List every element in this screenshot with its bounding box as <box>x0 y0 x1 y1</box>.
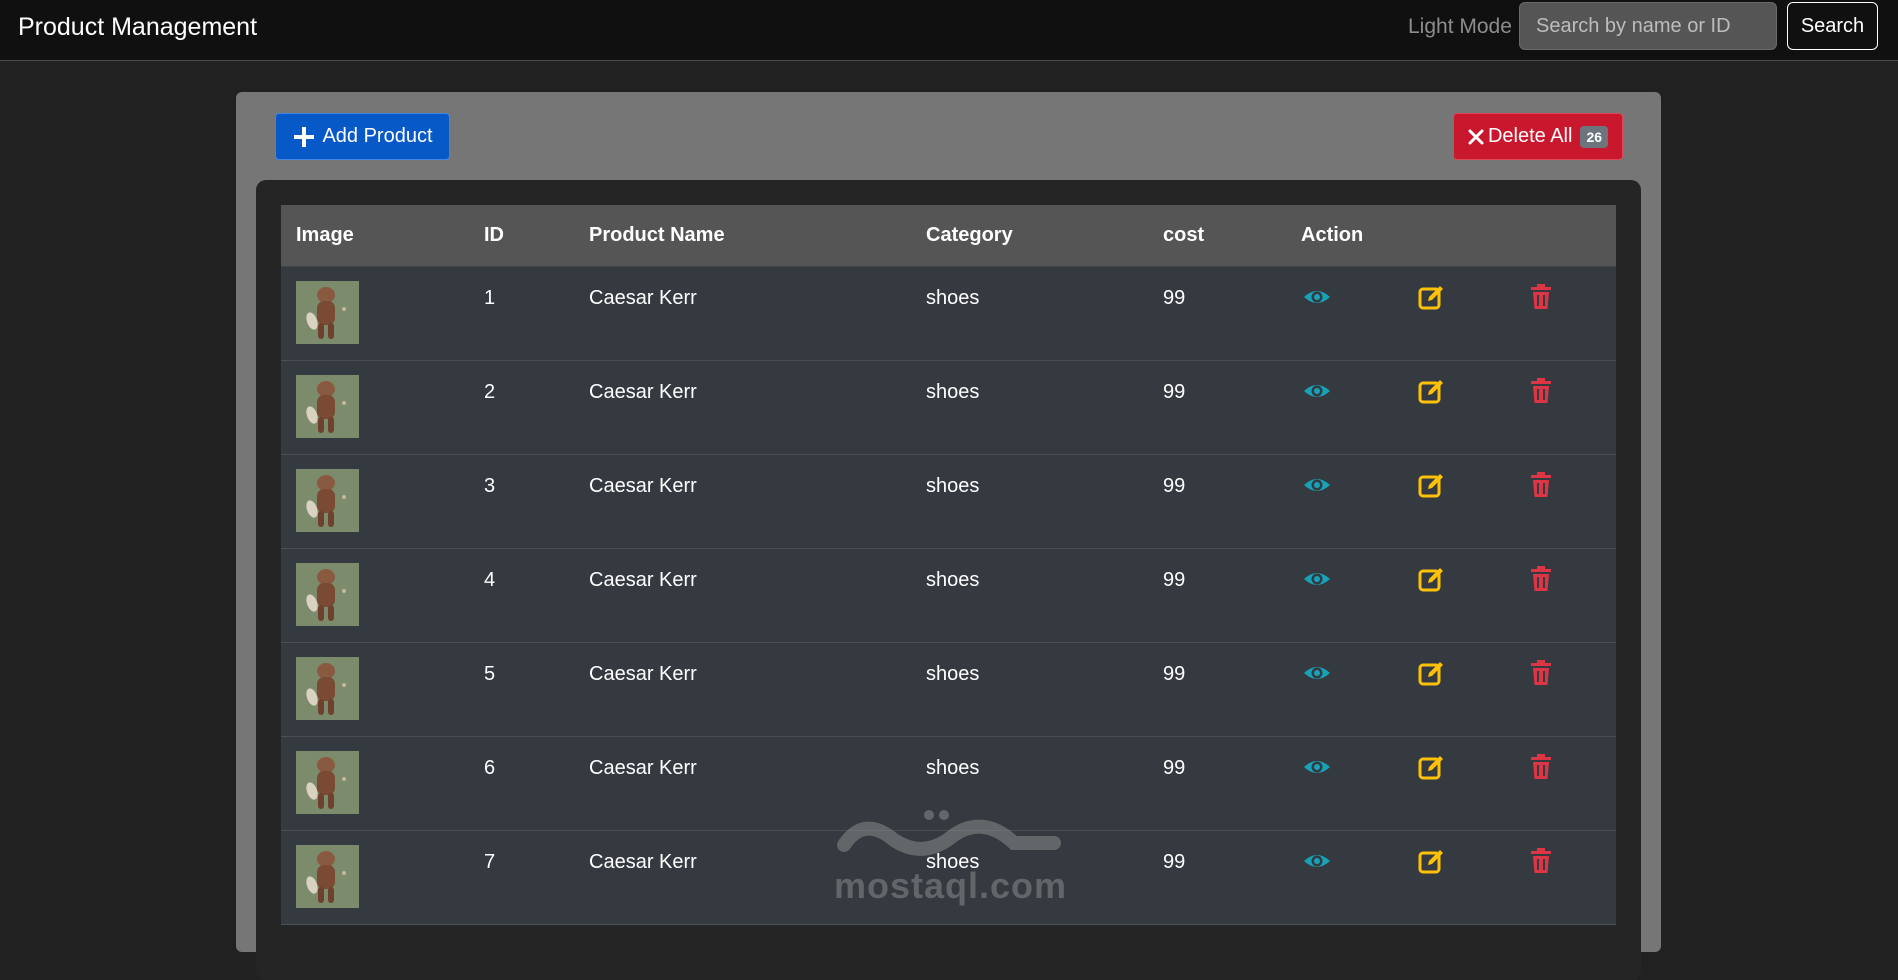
product-cost: 99 <box>1163 851 1186 873</box>
trash-icon[interactable] <box>1527 847 1555 875</box>
eye-icon[interactable] <box>1303 377 1331 405</box>
product-thumbnail <box>296 751 359 814</box>
product-name: Caesar Kerr <box>589 287 697 309</box>
edit-icon[interactable] <box>1418 471 1446 499</box>
navbar: Product Management Light Mode Search <box>0 0 1898 61</box>
products-table: Image ID Product Name Category cost Acti… <box>281 205 1616 925</box>
header-cost: cost <box>1163 224 1205 246</box>
product-id: 7 <box>484 851 496 873</box>
table-row: 6 Caesar Kerr shoes 99 <box>281 737 1616 831</box>
product-category: shoes <box>926 381 980 403</box>
table-row: 7 Caesar Kerr shoes 99 <box>281 831 1616 925</box>
edit-icon[interactable] <box>1418 847 1446 875</box>
edit-icon[interactable] <box>1418 659 1446 687</box>
header-product-name: Product Name <box>589 224 725 246</box>
eye-icon[interactable] <box>1303 847 1331 875</box>
product-cost: 99 <box>1163 475 1186 497</box>
product-id: 4 <box>484 569 496 591</box>
edit-icon[interactable] <box>1418 753 1446 781</box>
product-thumbnail <box>296 563 359 626</box>
edit-icon[interactable] <box>1418 283 1446 311</box>
eye-icon[interactable] <box>1303 471 1331 499</box>
product-id: 6 <box>484 757 496 779</box>
trash-icon[interactable] <box>1527 377 1555 405</box>
product-name: Caesar Kerr <box>589 475 697 497</box>
table-row: 2 Caesar Kerr shoes 99 <box>281 361 1616 455</box>
table-container: Image ID Product Name Category cost Acti… <box>256 180 1641 980</box>
product-id: 1 <box>484 287 496 309</box>
plus-icon <box>294 126 315 147</box>
header-action: Action <box>1301 224 1364 246</box>
product-thumbnail <box>296 657 359 720</box>
product-cost: 99 <box>1163 757 1186 779</box>
product-id: 5 <box>484 663 496 685</box>
header-id: ID <box>484 224 504 246</box>
eye-icon[interactable] <box>1303 565 1331 593</box>
product-category: shoes <box>926 757 980 779</box>
trash-icon[interactable] <box>1527 659 1555 687</box>
eye-icon[interactable] <box>1303 283 1331 311</box>
product-thumbnail <box>296 375 359 438</box>
product-cost: 99 <box>1163 569 1186 591</box>
header-image: Image <box>296 224 354 246</box>
app-title: Product Management <box>18 13 258 41</box>
product-category: shoes <box>926 851 980 873</box>
product-category: shoes <box>926 287 980 309</box>
search-input[interactable] <box>1519 2 1777 50</box>
trash-icon[interactable] <box>1527 471 1555 499</box>
add-product-label: Add Product <box>322 125 433 147</box>
trash-icon[interactable] <box>1527 565 1555 593</box>
product-name: Caesar Kerr <box>589 851 697 873</box>
table-header: Image ID Product Name Category cost Acti… <box>281 205 1616 267</box>
product-name: Caesar Kerr <box>589 663 697 685</box>
product-count-badge: 26 <box>1580 125 1609 148</box>
header-category: Category <box>926 224 1013 246</box>
product-id: 3 <box>484 475 496 497</box>
product-thumbnail <box>296 845 359 908</box>
add-product-button[interactable]: Add Product <box>275 113 450 160</box>
edit-icon[interactable] <box>1418 377 1446 405</box>
table-body: 1 Caesar Kerr shoes 99 2 Caesar Kerr sho… <box>281 267 1616 925</box>
product-thumbnail <box>296 469 359 532</box>
product-cost: 99 <box>1163 381 1186 403</box>
edit-icon[interactable] <box>1418 565 1446 593</box>
table-row: 3 Caesar Kerr shoes 99 <box>281 455 1616 549</box>
eye-icon[interactable] <box>1303 659 1331 687</box>
table-row: 5 Caesar Kerr shoes 99 <box>281 643 1616 737</box>
product-category: shoes <box>926 475 980 497</box>
product-name: Caesar Kerr <box>589 569 697 591</box>
product-name: Caesar Kerr <box>589 757 697 779</box>
product-cost: 99 <box>1163 287 1186 309</box>
product-name: Caesar Kerr <box>589 381 697 403</box>
eye-icon[interactable] <box>1303 753 1331 781</box>
x-icon <box>1468 129 1484 144</box>
table-row: 4 Caesar Kerr shoes 99 <box>281 549 1616 643</box>
main-panel: Add Product Delete All 26 Image ID Produ… <box>236 92 1661 980</box>
product-category: shoes <box>926 569 980 591</box>
table-row: 1 Caesar Kerr shoes 99 <box>281 267 1616 361</box>
product-id: 2 <box>484 381 496 403</box>
search-button[interactable]: Search <box>1787 2 1878 50</box>
light-mode-toggle[interactable]: Light Mode <box>1408 15 1512 39</box>
delete-all-label: Delete All <box>1487 125 1573 147</box>
delete-all-button[interactable]: Delete All 26 <box>1453 113 1623 160</box>
product-cost: 99 <box>1163 663 1186 685</box>
product-category: shoes <box>926 663 980 685</box>
product-thumbnail <box>296 281 359 344</box>
trash-icon[interactable] <box>1527 283 1555 311</box>
trash-icon[interactable] <box>1527 753 1555 781</box>
